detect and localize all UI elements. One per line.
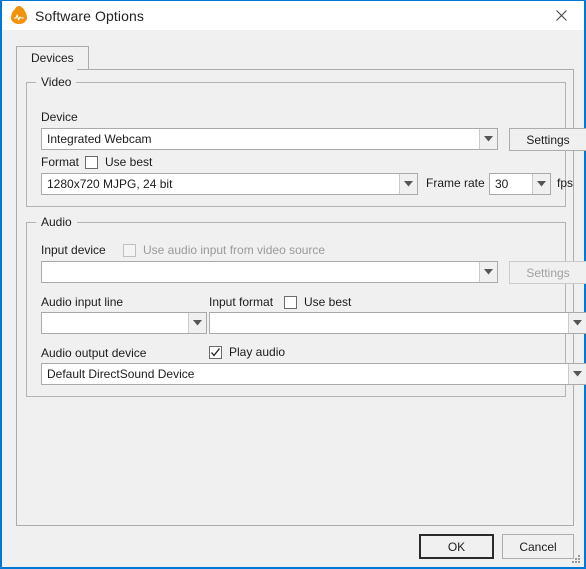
frame-rate-combo[interactable]: 30: [489, 173, 551, 195]
audio-input-device-combo[interactable]: [41, 261, 498, 283]
chevron-down-icon[interactable]: [532, 174, 550, 194]
audio-group-title: Audio: [36, 215, 77, 229]
input-device-label: Input device: [41, 243, 106, 257]
play-audio-label: Play audio: [229, 345, 286, 359]
video-group-title: Video: [36, 75, 77, 89]
input-format-use-best-checkbox[interactable]: [284, 296, 297, 309]
audio-output-device-label: Audio output device: [41, 346, 147, 360]
waveform-glyph: [14, 13, 24, 21]
video-format-value: 1280x720 MJPG, 24 bit: [47, 177, 173, 191]
tab-panel-seam: [17, 69, 77, 70]
video-settings-button[interactable]: Settings: [509, 128, 586, 151]
use-audio-from-video-label: Use audio input from video source: [143, 243, 326, 257]
check-icon: [211, 348, 221, 357]
devices-tab-panel: Video Device Integrated Webcam Settings …: [16, 69, 586, 526]
window-title: Software Options: [35, 7, 144, 24]
video-use-best-label: Use best: [105, 155, 153, 169]
input-format-use-best-label: Use best: [304, 295, 352, 309]
format-label: Format: [41, 155, 80, 169]
video-device-value: Integrated Webcam: [47, 132, 152, 146]
tab-strip: Devices: [16, 46, 574, 70]
audio-input-line-value: [42, 313, 188, 333]
audio-output-device-value: Default DirectSound Device: [47, 367, 195, 381]
audio-input-format-combo[interactable]: [209, 312, 586, 334]
audio-group: Audio Input device Use audio input from …: [26, 215, 586, 397]
frame-rate-label: Frame rate: [426, 176, 485, 190]
flame-waveform-icon: [11, 7, 27, 24]
chevron-down-icon[interactable]: [188, 313, 206, 333]
chevron-down-icon[interactable]: [479, 262, 497, 282]
software-options-dialog: Software Options Devices Video Device In…: [0, 0, 586, 569]
input-format-label: Input format: [209, 295, 274, 309]
video-device-combo[interactable]: Integrated Webcam: [41, 128, 498, 150]
close-icon: [555, 10, 567, 21]
video-group: Video Device Integrated Webcam Settings …: [26, 75, 586, 207]
device-label: Device: [41, 110, 78, 124]
audio-settings-button: Settings: [509, 261, 586, 284]
ok-button[interactable]: OK: [419, 534, 494, 559]
title-bar: Software Options: [2, 1, 584, 30]
video-format-combo[interactable]: 1280x720 MJPG, 24 bit: [41, 173, 418, 195]
fps-label: fps: [557, 176, 574, 190]
chevron-down-icon[interactable]: [399, 174, 417, 194]
audio-output-device-combo[interactable]: Default DirectSound Device: [41, 363, 586, 385]
audio-input-line-combo[interactable]: [41, 312, 207, 334]
chevron-down-icon[interactable]: [479, 129, 497, 149]
use-audio-from-video-checkbox[interactable]: [123, 244, 136, 257]
video-use-best-checkbox[interactable]: [85, 156, 98, 169]
chevron-down-icon[interactable]: [568, 364, 586, 384]
close-button[interactable]: [538, 1, 584, 30]
audio-input-format-value: [210, 313, 568, 333]
frame-rate-value: 30: [495, 177, 509, 191]
resize-grip-icon[interactable]: [569, 552, 581, 564]
cancel-button[interactable]: Cancel: [502, 534, 574, 559]
audio-input-line-label: Audio input line: [41, 295, 124, 309]
audio-input-device-value: [42, 262, 479, 282]
chevron-down-icon[interactable]: [568, 313, 586, 333]
tab-devices[interactable]: Devices: [16, 46, 89, 70]
play-audio-checkbox[interactable]: [209, 346, 222, 359]
